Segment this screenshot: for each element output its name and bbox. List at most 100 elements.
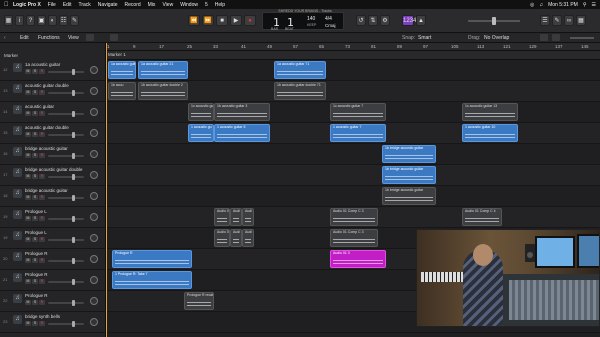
track-header[interactable]: 14 ♫ acoustic guitar M S R	[0, 102, 106, 123]
pencil-tool-icon[interactable]	[552, 34, 560, 41]
audio-region[interactable]: 1b acoustic guitar double 71	[274, 82, 326, 100]
audio-region[interactable]: 1 Prologue R: Take 7	[112, 271, 192, 289]
view-menu[interactable]: View	[68, 35, 79, 41]
solo-button[interactable]: S	[32, 321, 38, 326]
solo-button[interactable]: S	[32, 216, 38, 221]
pointer-tool-icon[interactable]	[540, 34, 548, 41]
menu-navigate[interactable]: Navigate	[98, 2, 118, 8]
list-editors-button[interactable]: ☰	[540, 15, 550, 26]
mute-button[interactable]: M	[25, 90, 31, 95]
mute-button[interactable]: M	[25, 216, 31, 221]
menu-5[interactable]: 5	[205, 2, 208, 8]
record-enable-button[interactable]: R	[39, 300, 45, 305]
marker-lane[interactable]: Marker 1	[106, 51, 600, 60]
audio-region[interactable]: 1b acoustic guitar double 2	[138, 82, 188, 100]
track-name[interactable]: Prologue L	[25, 230, 47, 235]
marker-1[interactable]: Marker 1	[108, 52, 126, 57]
track-name[interactable]: bridge acoustic guitar	[25, 146, 68, 151]
mute-button[interactable]: M	[25, 174, 31, 179]
record-enable-button[interactable]: R	[39, 69, 45, 74]
loops-button[interactable]: ∞	[564, 15, 574, 26]
track-header[interactable]: 19 ♫ Prologue L MSR	[0, 228, 106, 249]
solo-button[interactable]: S	[32, 279, 38, 284]
menu-help[interactable]: Help	[215, 2, 225, 8]
play-button[interactable]: ▶	[230, 15, 242, 26]
audio-region[interactable]: Prologue R	[112, 250, 192, 268]
tuner-button[interactable]: ⚙	[380, 15, 390, 26]
record-enable-button[interactable]: R	[39, 321, 45, 326]
stop-button[interactable]: ■	[216, 15, 228, 26]
volume-fader[interactable]	[48, 113, 84, 115]
track-name[interactable]: bridge synth bells	[25, 314, 60, 319]
volume-fader-handle[interactable]	[72, 174, 75, 180]
track-header[interactable]: 23 ♫ bridge synth bells M S R	[0, 312, 106, 333]
track-header[interactable]: 19 ♫ Prologue L MSR	[0, 207, 106, 228]
audio-region[interactable]: Audio 01 Comp C 3	[330, 208, 378, 226]
volume-fader[interactable]	[48, 239, 84, 241]
volume-fader-handle[interactable]	[72, 279, 75, 285]
record-enable-button[interactable]: R	[39, 132, 45, 137]
track-name[interactable]: acoustic guitar double	[25, 83, 69, 88]
record-button[interactable]: ●	[244, 15, 256, 26]
audio-region[interactable]: Audi	[230, 208, 242, 226]
plus-icon[interactable]	[86, 34, 94, 41]
mute-button[interactable]: M	[25, 111, 31, 116]
mute-button[interactable]: M	[25, 279, 31, 284]
master-volume-knob[interactable]	[492, 17, 496, 25]
zoom-slider[interactable]	[570, 37, 594, 39]
audio-region[interactable]: 1 acoustic gu	[188, 124, 214, 142]
track-name[interactable]: bridge acoustic guitar double	[25, 167, 83, 172]
mixer-button[interactable]: ☷	[59, 15, 68, 26]
record-enable-button[interactable]: R	[39, 111, 45, 116]
snap-select[interactable]: Smart	[418, 35, 431, 41]
toolbar-toggle-button[interactable]: ▣	[37, 15, 46, 26]
audio-region[interactable]: 1c acoustic guitar 13	[462, 103, 518, 121]
audio-region[interactable]: Audio 01 Comp C 3	[330, 229, 378, 247]
library-button[interactable]: ▦	[4, 15, 13, 26]
edit-menu[interactable]: Edit	[20, 35, 29, 41]
menu-track[interactable]: Track	[78, 2, 90, 8]
record-enable-button[interactable]: R	[39, 237, 45, 242]
solo-button[interactable]: S	[32, 195, 38, 200]
track-name[interactable]: Prologue L	[25, 209, 47, 214]
pan-knob[interactable]	[90, 87, 98, 95]
bar-ruler[interactable]: 1 9 17 25 33 41 49 57 65 73 81 89 97 105 113 121 129 137 1…	[106, 43, 600, 51]
count-in-button[interactable]: 1234	[402, 15, 416, 26]
volume-fader-handle[interactable]	[72, 153, 75, 159]
audio-region[interactable]: Audi	[242, 208, 254, 226]
menu-edit[interactable]: Edit	[63, 2, 72, 8]
volume-fader[interactable]	[48, 176, 84, 178]
menu-app[interactable]: Logic Pro X	[13, 2, 41, 8]
apple-icon[interactable]: 	[4, 2, 9, 8]
mute-button[interactable]: M	[25, 237, 31, 242]
wifi-icon[interactable]: ◎	[530, 2, 534, 8]
track-header[interactable]: 22 ♫ Prologue R MSR	[0, 291, 106, 312]
rewind-button[interactable]: ⏪	[188, 15, 200, 26]
volume-fader[interactable]	[48, 281, 84, 283]
audio-region[interactable]: 1 acoustic guitar 7	[330, 124, 386, 142]
audio-region[interactable]: Audi	[230, 229, 242, 247]
solo-button[interactable]: S	[32, 132, 38, 137]
record-enable-button[interactable]: R	[39, 174, 45, 179]
volume-fader-handle[interactable]	[72, 195, 75, 201]
volume-fader-handle[interactable]	[72, 300, 75, 306]
volume-fader[interactable]	[48, 71, 84, 73]
audio-region[interactable]: 1a acoustic guitar 71	[274, 61, 326, 79]
solo-button[interactable]: S	[32, 300, 38, 305]
browser-button[interactable]: ▦	[576, 15, 586, 26]
track-name[interactable]: 1a acoustic guitar	[25, 62, 60, 67]
menu-file[interactable]: File	[48, 2, 56, 8]
chevron-left-icon[interactable]: ‹	[4, 35, 6, 41]
solo-button[interactable]: S	[32, 174, 38, 179]
pan-knob[interactable]	[90, 255, 98, 263]
lcd-display[interactable]: 1 1 BAR BEAT 140 KEEP 4/4 Cmaj	[262, 12, 344, 31]
track-header[interactable]: 15 ♫ acoustic guitar double M S R	[0, 123, 106, 144]
solo-button[interactable]: S	[32, 111, 38, 116]
track-header[interactable]: 12 ♫ 1a acoustic guitar M S R	[0, 60, 106, 81]
solo-button[interactable]: S	[32, 258, 38, 263]
menu-clock[interactable]: Mon 5:31 PM	[548, 2, 578, 8]
replace-button[interactable]: ⇅	[368, 15, 378, 26]
list-icon[interactable]: ☰	[592, 2, 596, 8]
search-icon[interactable]: ⚲	[583, 2, 587, 8]
cycle-button[interactable]: ↺	[356, 15, 366, 26]
